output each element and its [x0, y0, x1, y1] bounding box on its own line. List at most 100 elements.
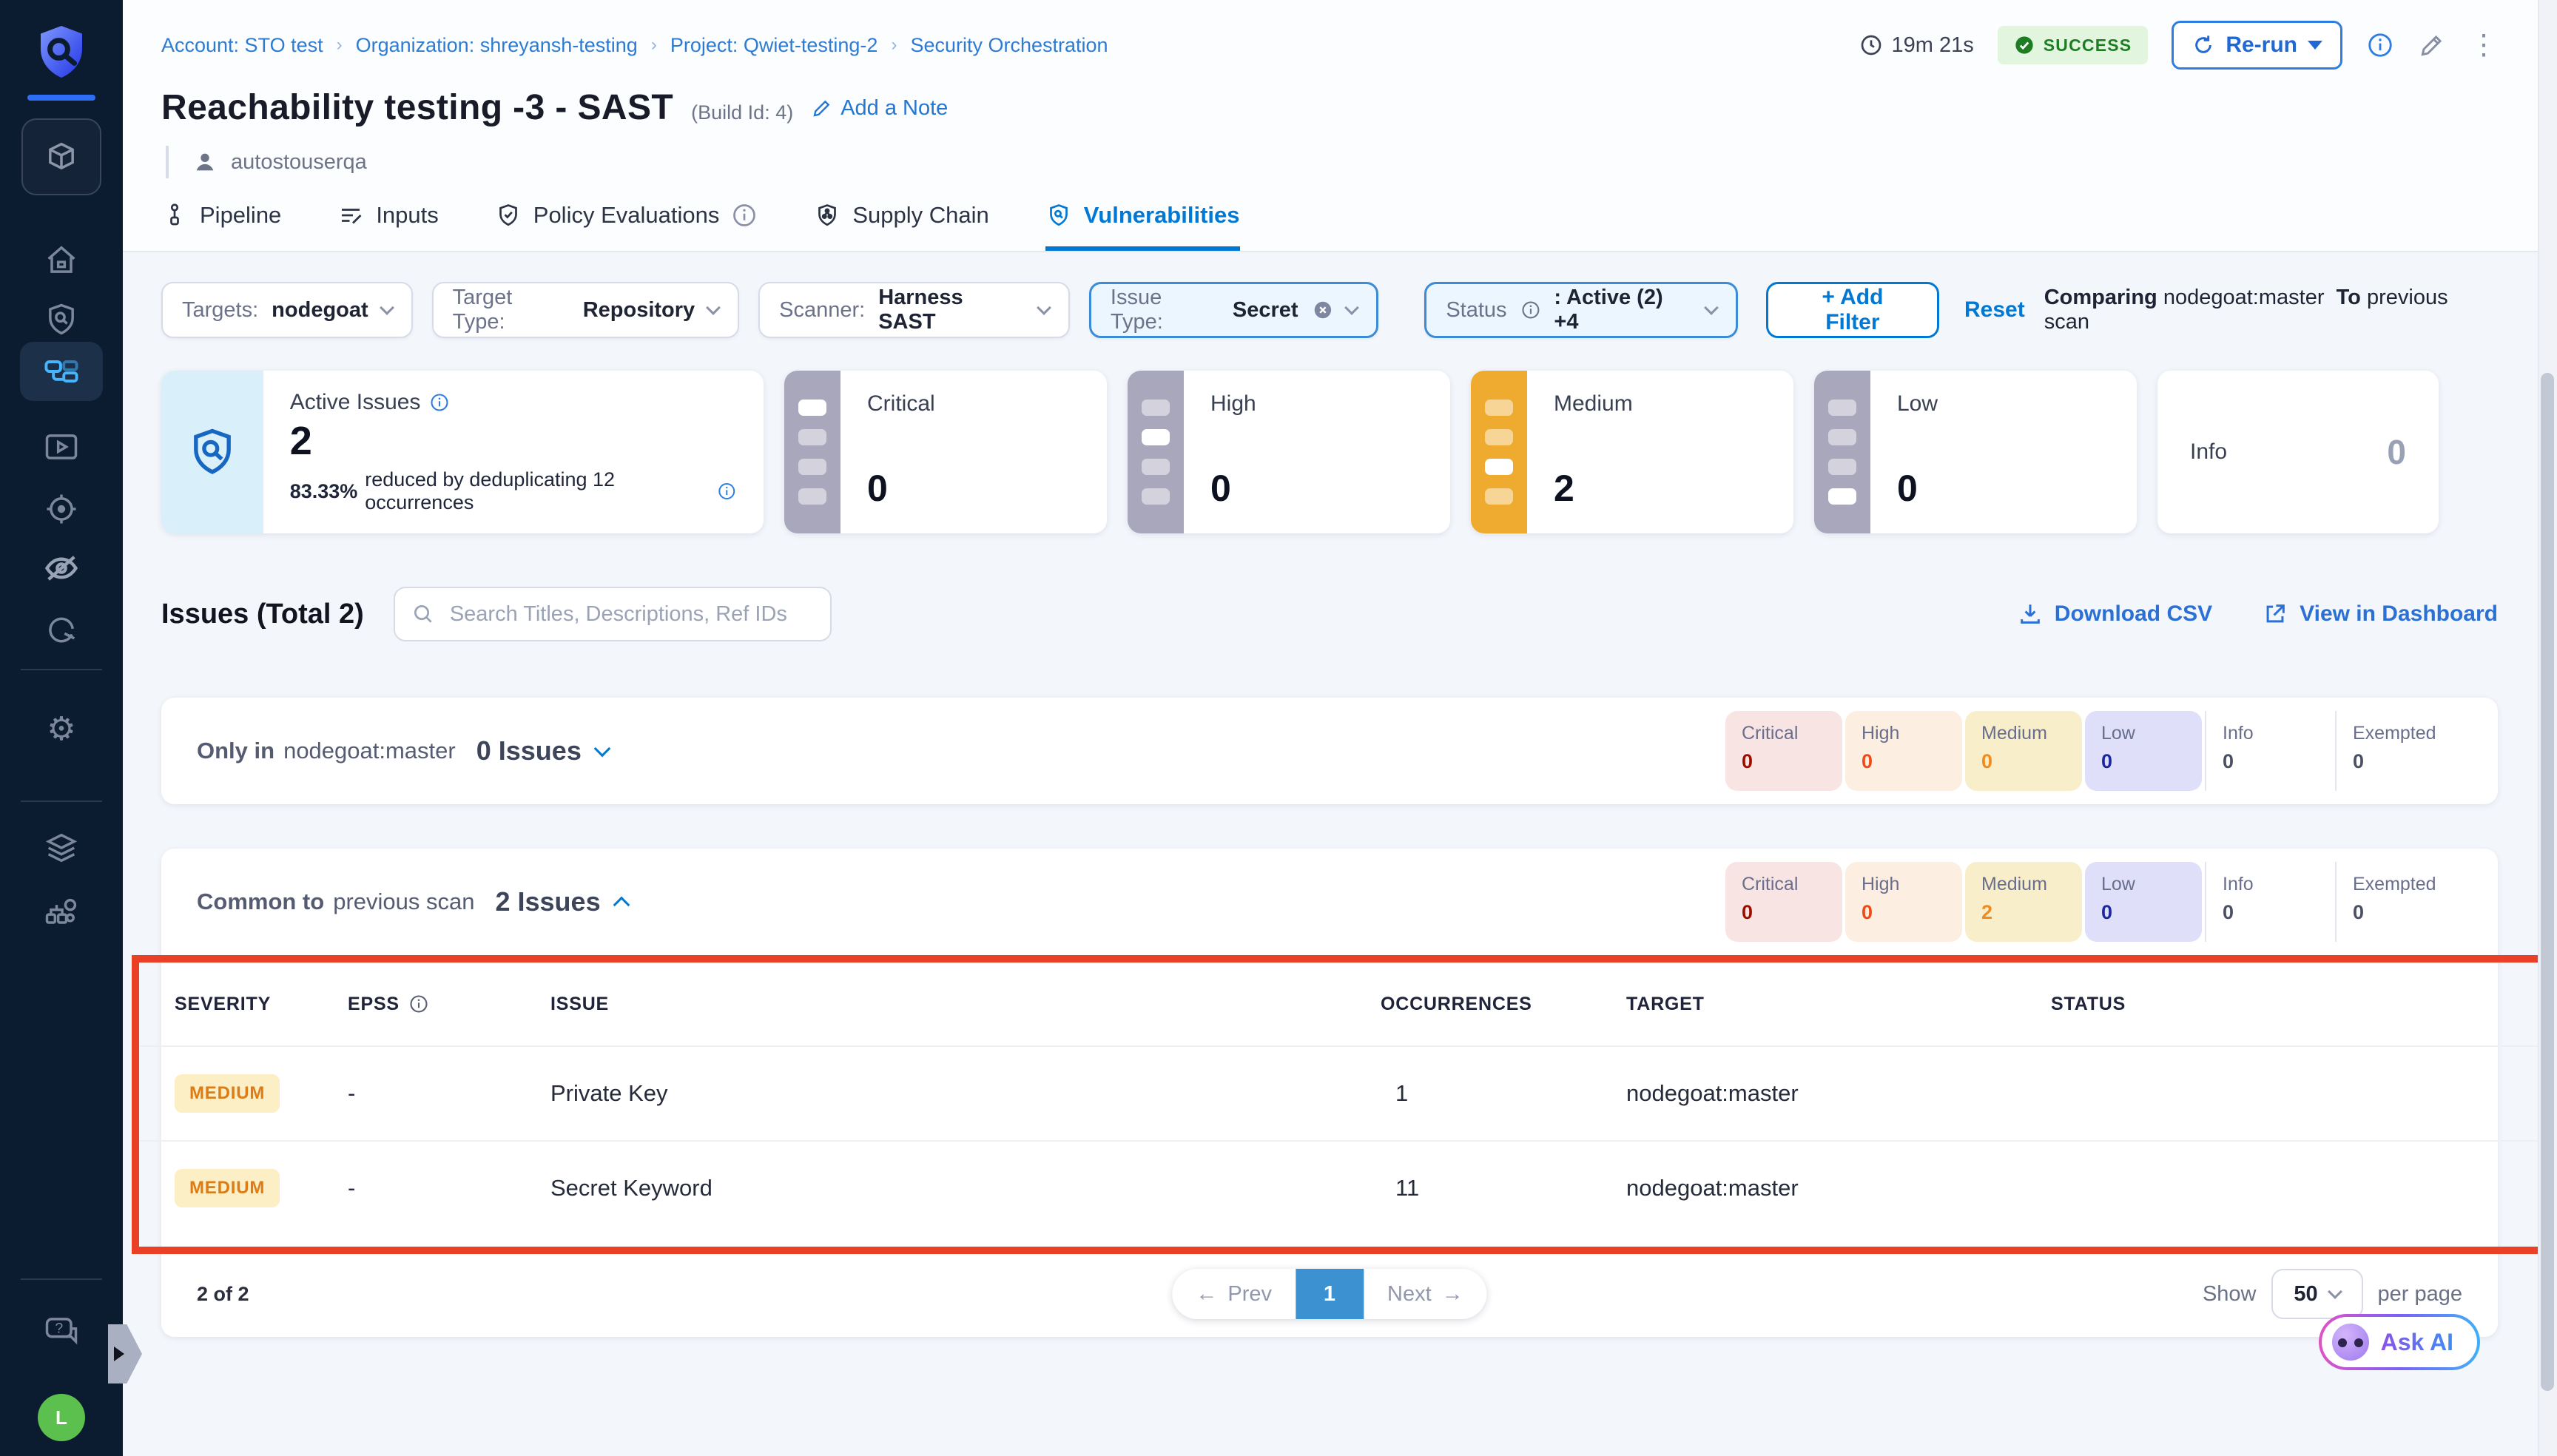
user-avatar[interactable]: L: [38, 1394, 85, 1441]
settings-gear-icon[interactable]: ⚙: [47, 713, 75, 746]
triggered-by-user: autostouserqa: [231, 150, 367, 175]
sidebar-nav: ⚙ ? L: [0, 0, 123, 1456]
add-note-link[interactable]: Add a Note: [811, 96, 948, 121]
pill-low: Low0: [2085, 711, 2202, 791]
add-filter-button[interactable]: + Add Filter: [1766, 282, 1939, 338]
more-options-icon[interactable]: ⋮: [2470, 31, 2498, 59]
pill-info: Info0: [2205, 711, 2332, 791]
chevron-right-icon: ›: [651, 35, 657, 55]
tab-inputs[interactable]: Inputs: [337, 202, 438, 251]
dedup-note: 83.33% reduced by deduplicating 12 occur…: [290, 468, 737, 514]
severity-badge: MEDIUM: [175, 1169, 280, 1207]
issue-title[interactable]: Private Key: [550, 1080, 1381, 1107]
arrow-right-icon: →: [1442, 1282, 1463, 1307]
harness-sto-logo-icon[interactable]: [30, 21, 92, 83]
page-1-button[interactable]: 1: [1296, 1269, 1364, 1319]
re-run-button[interactable]: Re-run: [2172, 21, 2342, 70]
issue-title[interactable]: Secret Keyword: [550, 1175, 1381, 1201]
issue-row-private-key[interactable]: MEDIUM - Private Key 1 nodegoat:master: [139, 1045, 2547, 1140]
col-occurrences[interactable]: OCCURRENCES: [1381, 994, 1626, 1015]
tab-pipeline[interactable]: Pipeline: [161, 202, 281, 251]
reset-filters-link[interactable]: Reset: [1964, 297, 2025, 323]
target-value: nodegoat:master: [1626, 1175, 2051, 1201]
target-value: nodegoat:master: [1626, 1080, 2051, 1107]
medium-card[interactable]: Medium2: [1471, 371, 1793, 533]
download-icon: [2018, 601, 2043, 627]
breadcrumb-project[interactable]: Project: Qwiet-testing-2: [670, 34, 878, 57]
next-page-button[interactable]: Next→: [1364, 1269, 1487, 1319]
pipeline-icon: [42, 352, 81, 391]
col-issue[interactable]: ISSUE: [550, 994, 1381, 1015]
page-size-select[interactable]: 50: [2271, 1269, 2363, 1319]
refresh-icon: [2192, 33, 2215, 57]
home-icon[interactable]: [42, 241, 81, 280]
eye-off-icon[interactable]: [42, 549, 81, 587]
test-targets-icon[interactable]: [42, 490, 81, 528]
executions-video-icon[interactable]: [42, 428, 81, 466]
low-card[interactable]: Low0: [1814, 371, 2137, 533]
info-icon[interactable]: [717, 481, 737, 502]
search-input[interactable]: [447, 601, 814, 628]
active-issues-card[interactable]: Active Issues 2 83.33% reduced by dedupl…: [161, 371, 764, 533]
sliders-icon: [337, 202, 364, 229]
active-issues-title: Active Issues: [290, 390, 421, 415]
chevron-down-icon: [706, 300, 721, 315]
org-structure-settings-icon[interactable]: [42, 894, 81, 932]
tab-vulnerabilities[interactable]: Vulnerabilities: [1045, 202, 1240, 251]
chevron-up-icon[interactable]: [613, 897, 630, 914]
filter-targets[interactable]: Targets: nodegoat: [161, 282, 413, 338]
download-csv-link[interactable]: Download CSV: [2018, 601, 2212, 627]
col-epss[interactable]: EPSS: [348, 994, 550, 1015]
chevron-down-icon[interactable]: [594, 741, 611, 758]
col-target[interactable]: TARGET: [1626, 994, 2051, 1015]
pipeline-icon: [161, 202, 188, 229]
page-title: Reachability testing -3 - SAST: [161, 87, 673, 128]
arrow-left-icon: ←: [1196, 1282, 1217, 1307]
help-chat-icon[interactable]: ?: [42, 1311, 81, 1349]
view-in-dashboard-link[interactable]: View in Dashboard: [2263, 601, 2498, 627]
shield-network-icon: [814, 202, 840, 229]
pager: ←Prev 1 Next→: [1172, 1269, 1486, 1319]
pill-info: Info0: [2205, 862, 2332, 942]
filter-target-type[interactable]: Target Type: Repository: [432, 282, 739, 338]
critical-card[interactable]: Critical0: [784, 371, 1107, 533]
main-area: Account: STO test › Organization: shreyan…: [123, 0, 2557, 1456]
group-header-common[interactable]: Common to previous scan 2 Issues Critica…: [161, 849, 2498, 955]
scrollbar-track[interactable]: [2538, 0, 2557, 1456]
prev-page-button[interactable]: ←Prev: [1172, 1269, 1296, 1319]
col-severity[interactable]: SEVERITY: [175, 994, 348, 1015]
issue-row-secret-keyword[interactable]: MEDIUM - Secret Keyword 11 nodegoat:mast…: [139, 1140, 2547, 1235]
tab-policy-evaluations[interactable]: Policy Evaluations: [495, 202, 758, 251]
breadcrumb-module[interactable]: Security Orchestration: [910, 34, 1108, 57]
sidebar-item-executions-active[interactable]: [20, 342, 103, 401]
filter-status[interactable]: Status : Active (2) +4: [1424, 282, 1737, 338]
pill-high: High0: [1845, 711, 1962, 791]
info-card[interactable]: Info 0: [2157, 371, 2439, 533]
chevron-right-icon: ›: [337, 35, 343, 55]
severity-stripe: [1471, 371, 1527, 533]
ask-ai-button[interactable]: Ask AI: [2319, 1314, 2480, 1370]
col-status[interactable]: STATUS: [2051, 994, 2511, 1015]
external-link-icon: [2263, 601, 2288, 627]
group-header-only-in[interactable]: Only in nodegoat:master 0 Issues Critica…: [161, 698, 2498, 804]
clear-filter-icon[interactable]: [1312, 299, 1334, 321]
info-icon[interactable]: [429, 392, 450, 413]
layers-settings-icon[interactable]: [42, 829, 81, 867]
breadcrumb-account[interactable]: Account: STO test: [161, 34, 323, 57]
severity-stripe: [784, 371, 840, 533]
filter-scanner[interactable]: Scanner: Harness SAST: [758, 282, 1070, 338]
scan-shield-icon[interactable]: [42, 300, 81, 339]
tab-supply-chain[interactable]: Supply Chain: [814, 202, 988, 251]
issues-search[interactable]: [394, 587, 832, 641]
group-only-in-panel: Only in nodegoat:master 0 Issues Critica…: [161, 698, 2498, 804]
module-switcher-button[interactable]: [21, 118, 101, 195]
breadcrumb-org[interactable]: Organization: shreyansh-testing: [356, 34, 638, 57]
issues-total-title: Issues (Total 2): [161, 599, 364, 630]
power-exit-icon[interactable]: [42, 611, 81, 650]
high-card[interactable]: High0: [1128, 371, 1450, 533]
edit-pencil-icon[interactable]: [2418, 31, 2446, 59]
expand-arrow-icon: [114, 1347, 124, 1361]
info-icon[interactable]: [2366, 31, 2394, 59]
scrollbar-thumb[interactable]: [2541, 373, 2554, 1391]
filter-issue-type[interactable]: Issue Type: Secret: [1089, 282, 1378, 338]
